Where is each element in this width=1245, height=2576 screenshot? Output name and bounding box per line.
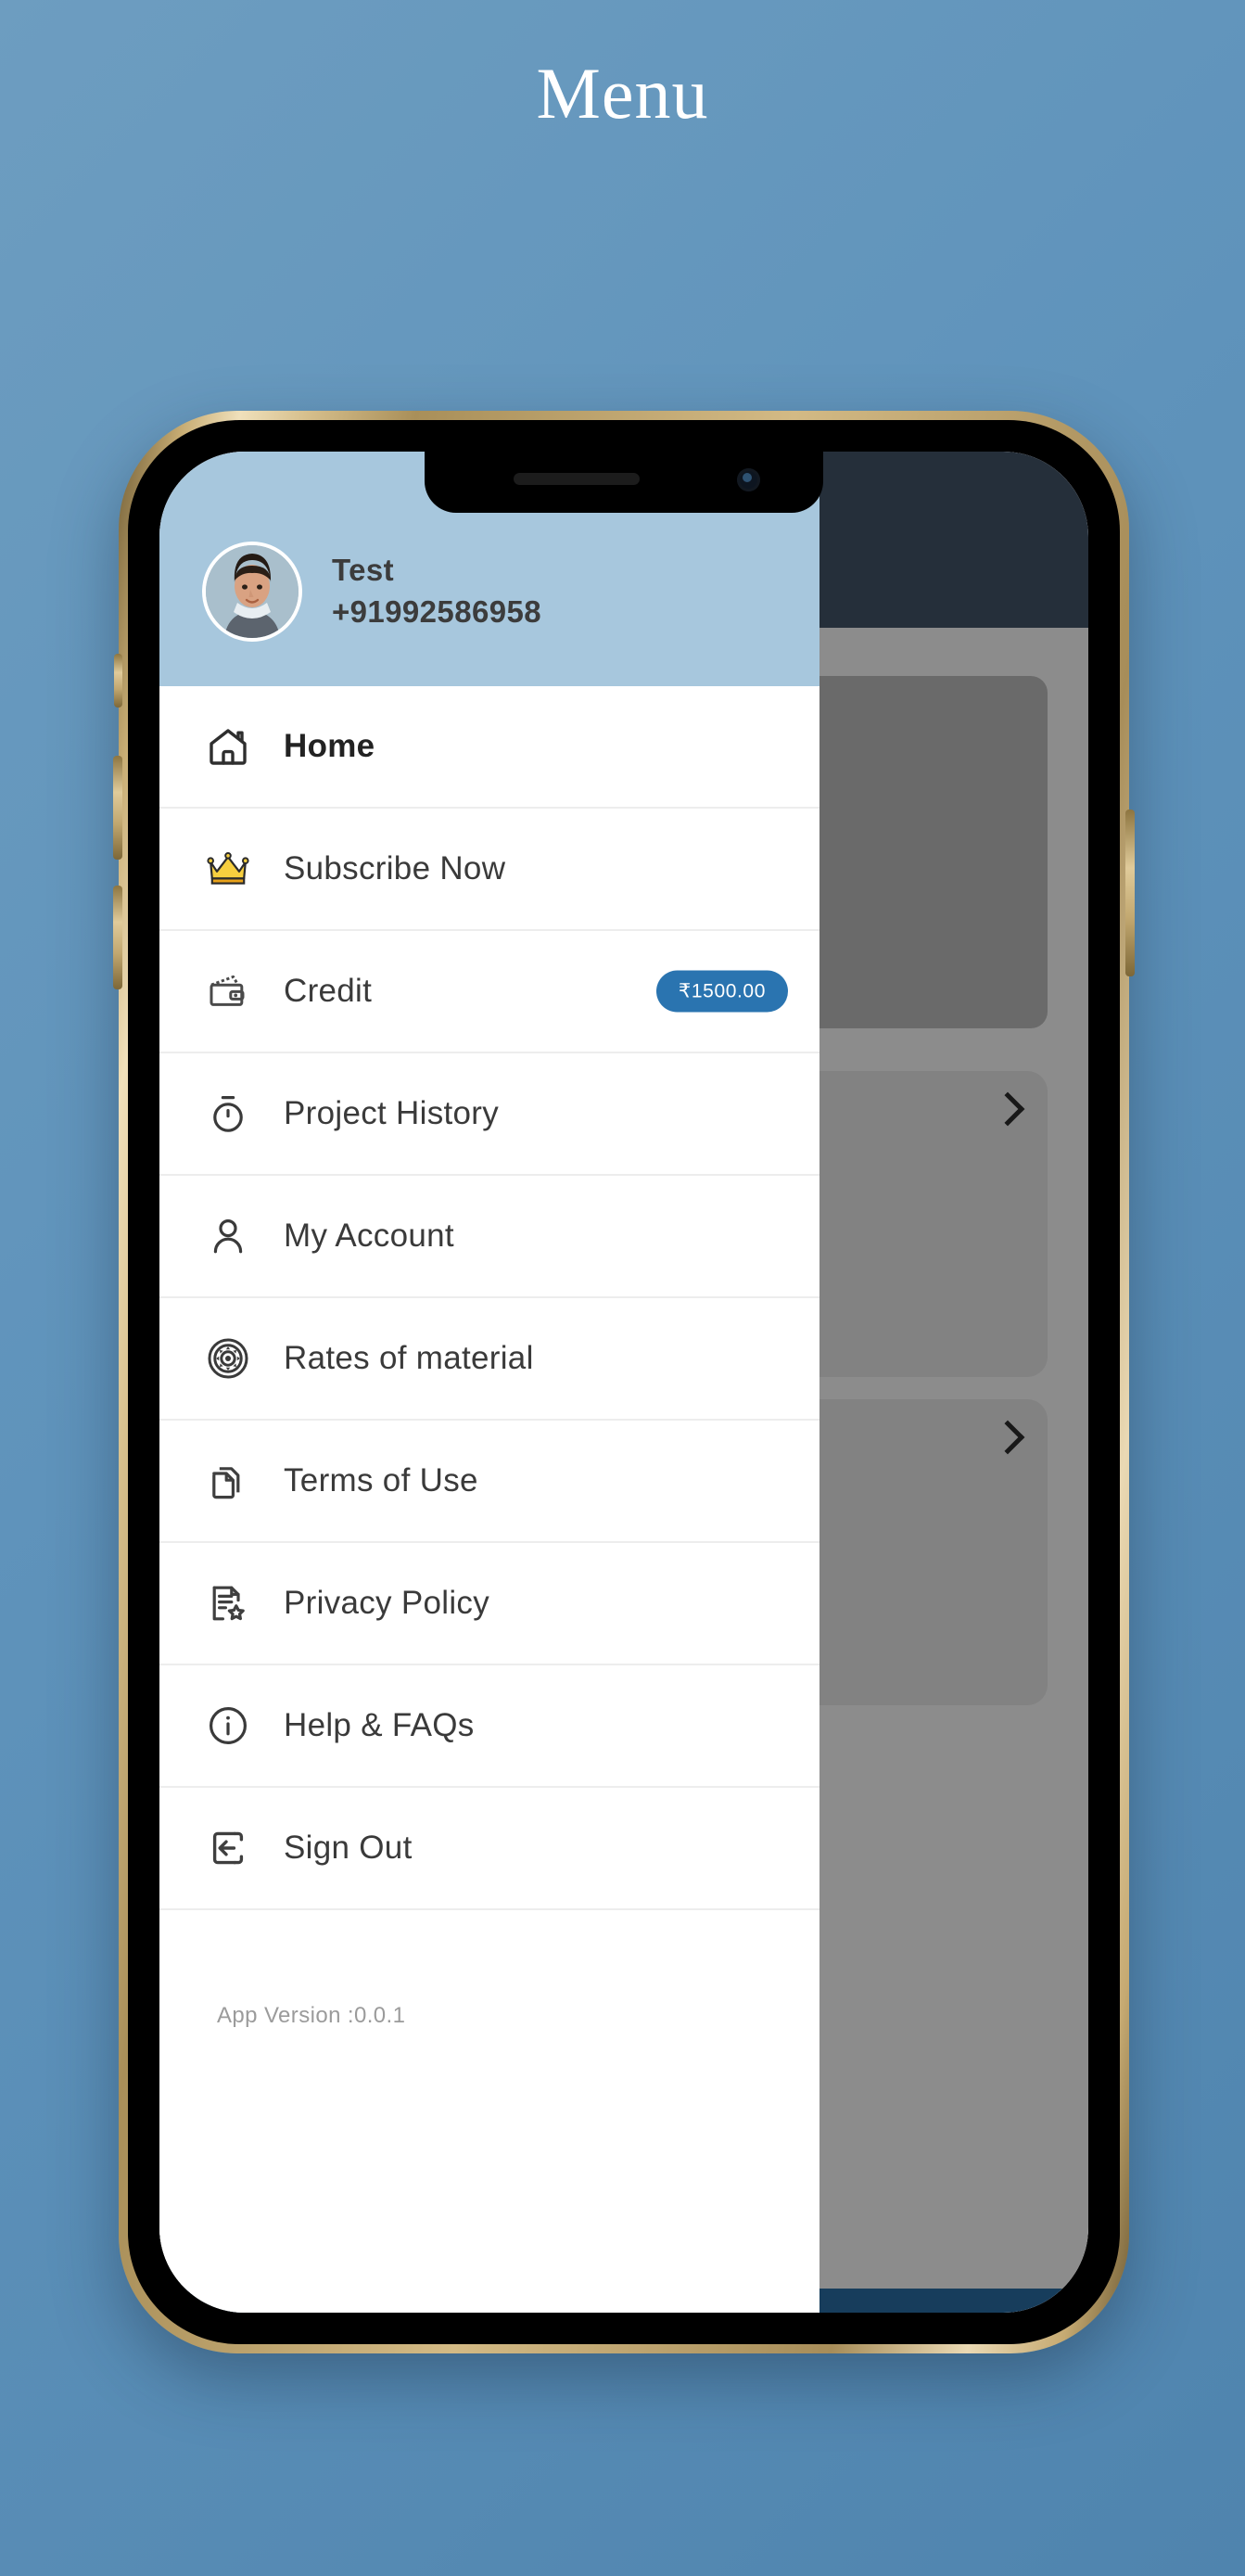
crown-icon — [202, 843, 254, 895]
menu-item-rates-of-material[interactable]: Rates of material — [159, 1298, 819, 1421]
phone-power-button — [1125, 810, 1135, 976]
menu-item-label: Rates of material — [284, 1340, 534, 1376]
page-title: Menu — [536, 53, 709, 134]
menu-item-terms-of-use[interactable]: Terms of Use — [159, 1421, 819, 1543]
person-icon — [202, 1210, 254, 1262]
menu-item-my-account[interactable]: My Account — [159, 1176, 819, 1298]
app-version-label: App Version :0.0.1 — [217, 2003, 406, 2028]
menu-item-home[interactable]: Home — [159, 686, 819, 809]
menu-item-label: Help & FAQs — [284, 1707, 475, 1743]
navigation-drawer: Test +91992586958 Home Subscribe Now Cre… — [159, 452, 819, 2313]
menu-item-credit[interactable]: Credit ₹1500.00 — [159, 931, 819, 1053]
menu-list: Home Subscribe Now Credit ₹1500.00 Proje… — [159, 686, 819, 1910]
credit-balance-badge: ₹1500.00 — [655, 970, 788, 1013]
phone-screen: reckoner dabad Span : 11.9 Hight : 15 re… — [159, 452, 1088, 2313]
front-camera-icon — [737, 468, 760, 491]
phone-notch — [425, 452, 823, 513]
logout-icon — [202, 1822, 254, 1874]
menu-item-privacy-policy[interactable]: Privacy Policy — [159, 1543, 819, 1665]
menu-item-label: Credit — [284, 973, 373, 1009]
phone-mute-switch — [114, 654, 122, 708]
menu-item-label: Sign Out — [284, 1830, 413, 1866]
phone-volume-down-button — [113, 886, 122, 989]
phone-bezel: reckoner dabad Span : 11.9 Hight : 15 re… — [128, 420, 1120, 2344]
menu-item-label: Terms of Use — [284, 1462, 478, 1498]
menu-item-label: Subscribe Now — [284, 850, 506, 886]
phone-volume-up-button — [113, 756, 122, 860]
menu-item-project-history[interactable]: Project History — [159, 1053, 819, 1176]
profile-phone: +91992586958 — [332, 594, 541, 629]
info-circle-icon — [202, 1700, 254, 1752]
menu-item-label: Privacy Policy — [284, 1585, 490, 1621]
earpiece-speaker — [514, 473, 640, 485]
wallet-icon — [202, 965, 254, 1017]
avatar — [202, 541, 302, 642]
document-star-icon — [202, 1577, 254, 1629]
profile-name: Test — [332, 553, 395, 587]
menu-item-help-faqs[interactable]: Help & FAQs — [159, 1665, 819, 1788]
documents-icon — [202, 1455, 254, 1507]
stopwatch-icon — [202, 1088, 254, 1140]
menu-item-subscribe-now[interactable]: Subscribe Now — [159, 809, 819, 931]
menu-item-label: My Account — [284, 1218, 454, 1254]
profile-text: Test +91992586958 — [332, 553, 541, 630]
menu-item-sign-out[interactable]: Sign Out — [159, 1788, 819, 1910]
menu-item-label: Project History — [284, 1095, 500, 1131]
menu-item-label: Home — [284, 728, 375, 764]
gear-circle-icon — [202, 1333, 254, 1384]
drawer-footer: App Version :0.0.1 — [159, 1910, 819, 2313]
phone-mockup: reckoner dabad Span : 11.9 Hight : 15 re… — [113, 411, 1135, 2353]
home-icon — [202, 721, 254, 772]
